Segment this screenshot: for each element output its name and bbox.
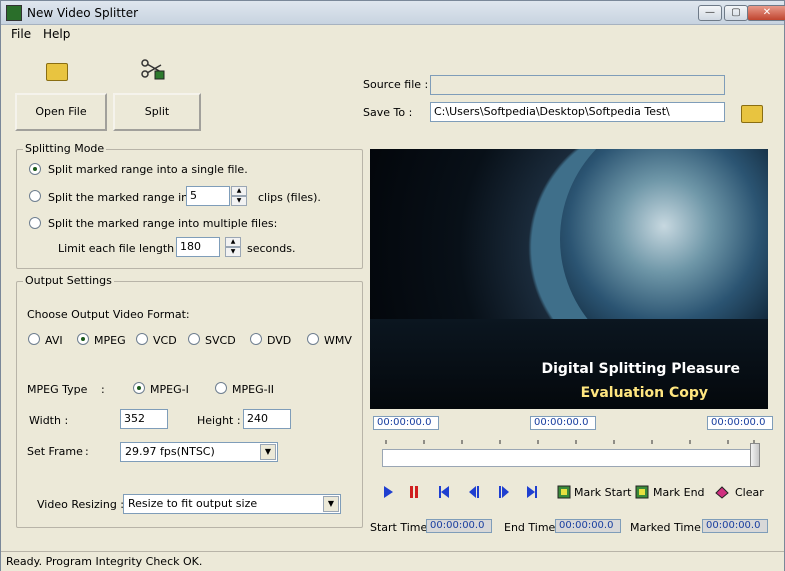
format-mpeg: MPEG (94, 334, 126, 347)
timeline-thumb[interactable] (750, 443, 760, 467)
height-label: Height : (197, 414, 241, 427)
app-window: New Video Splitter — ▢ ✕ File Help Open … (0, 0, 785, 571)
source-file-label: Source file : (363, 78, 429, 91)
video-preview: Digital Splitting Pleasure Evaluation Co… (370, 149, 768, 409)
resize-select[interactable]: Resize to fit output size ▼ (123, 494, 341, 514)
chevron-down-icon[interactable]: ▼ (260, 444, 276, 460)
limit-seconds-input[interactable]: 180 (176, 237, 220, 257)
radio-multiple-files[interactable] (29, 217, 41, 229)
format-svcd: SVCD (205, 334, 236, 347)
frame-rate-select[interactable]: 29.97 fps(NTSC) ▼ (120, 442, 278, 462)
status-text: Ready. Program Integrity Check OK. (6, 555, 203, 568)
time-right: 00:00:00.0 (707, 416, 773, 430)
timeline-track[interactable] (382, 449, 760, 467)
split-button[interactable]: Split (113, 93, 201, 131)
radio-clips[interactable] (29, 190, 41, 202)
film-mark-start-icon (557, 485, 571, 499)
browse-folder-icon[interactable] (741, 105, 763, 123)
width-input[interactable]: 352 (120, 409, 168, 429)
chevron-down-icon[interactable]: ▼ (323, 496, 339, 512)
radio-single-file[interactable] (29, 163, 41, 175)
scissors-icon (141, 59, 165, 80)
skip-to-start-icon[interactable] (437, 485, 451, 499)
format-wmv: WMV (324, 334, 352, 347)
marked-time-value: 00:00:00.0 (702, 519, 768, 533)
end-time-label: End Time: (504, 521, 560, 534)
source-file-input[interactable] (430, 75, 725, 95)
height-input[interactable]: 240 (243, 409, 291, 429)
time-center: 00:00:00.0 (530, 416, 596, 430)
maximize-button[interactable]: ▢ (724, 5, 748, 21)
skip-to-end-icon[interactable] (525, 485, 539, 499)
step-back-icon[interactable] (467, 485, 481, 499)
time-left: 00:00:00.0 (373, 416, 439, 430)
mpeg-type-colon: : (101, 383, 105, 396)
menu-help[interactable]: Help (43, 27, 70, 41)
eraser-icon (715, 486, 729, 499)
mark-start-button[interactable]: Mark Start (574, 486, 632, 499)
mpeg-type-label: MPEG Type (27, 383, 88, 396)
window-title: New Video Splitter (27, 6, 139, 20)
save-to-input[interactable]: C:\Users\Softpedia\Desktop\Softpedia Tes… (430, 102, 725, 122)
limit-label: Limit each file length to (58, 242, 189, 255)
format-vcd: VCD (153, 334, 177, 347)
start-time-value: 00:00:00.0 (426, 519, 492, 533)
option-multiple-files: Split the marked range into multiple fil… (48, 217, 278, 230)
frame-label: Set Frame (27, 445, 83, 458)
format-label: Choose Output Video Format: (27, 308, 190, 321)
clips-count-input[interactable]: 5 (186, 186, 230, 206)
start-time-label: Start Time: (370, 521, 431, 534)
output-settings-caption: Output Settings (23, 274, 114, 287)
open-folder-icon (46, 63, 68, 81)
mpeg2-label: MPEG-II (232, 383, 275, 396)
app-icon (6, 5, 22, 21)
splitting-mode-caption: Splitting Mode (23, 142, 107, 155)
film-mark-end-icon (635, 485, 649, 499)
play-icon[interactable] (381, 485, 395, 499)
pause-icon[interactable] (407, 485, 421, 499)
radio-format-vcd[interactable] (136, 333, 148, 345)
radio-format-wmv[interactable] (307, 333, 319, 345)
resize-label: Video Resizing : (37, 498, 125, 511)
format-avi: AVI (45, 334, 63, 347)
menu-file[interactable]: File (11, 27, 31, 41)
format-dvd: DVD (267, 334, 292, 347)
frame-rate-value: 29.97 fps(NTSC) (125, 445, 215, 458)
end-time-value: 00:00:00.0 (555, 519, 621, 533)
resize-value: Resize to fit output size (128, 497, 258, 510)
close-button[interactable]: ✕ (747, 5, 785, 21)
status-bar: Ready. Program Integrity Check OK. (1, 551, 784, 571)
limit-suffix: seconds. (247, 242, 296, 255)
marked-time-label: Marked Time: (630, 521, 705, 534)
radio-format-avi[interactable] (28, 333, 40, 345)
radio-mpeg2[interactable] (215, 382, 227, 394)
video-caption-2: Evaluation Copy (580, 385, 708, 401)
radio-format-svcd[interactable] (188, 333, 200, 345)
video-caption-1: Digital Splitting Pleasure (541, 361, 740, 377)
timeline-ticks (385, 440, 755, 444)
option-single-file: Split marked range into a single file. (48, 163, 248, 176)
clear-button[interactable]: Clear (735, 486, 764, 499)
save-to-label: Save To : (363, 106, 413, 119)
mark-end-button[interactable]: Mark End (653, 486, 705, 499)
radio-format-mpeg[interactable] (77, 333, 89, 345)
width-label: Width : (29, 414, 69, 427)
option-clips-label: Split the marked range into (48, 191, 200, 204)
title-bar: New Video Splitter — ▢ ✕ (1, 1, 785, 25)
step-forward-icon[interactable] (497, 485, 511, 499)
radio-format-dvd[interactable] (250, 333, 262, 345)
minimize-button[interactable]: — (698, 5, 722, 21)
radio-mpeg1[interactable] (133, 382, 145, 394)
open-file-button[interactable]: Open File (15, 93, 107, 131)
menu-bar: File Help (1, 25, 784, 43)
mpeg1-label: MPEG-I (150, 383, 189, 396)
frame-colon: : (85, 445, 89, 458)
clips-spinner[interactable]: ▲ ▼ (231, 186, 247, 206)
limit-spinner[interactable]: ▲ ▼ (225, 237, 241, 257)
clips-suffix: clips (files). (258, 191, 321, 204)
